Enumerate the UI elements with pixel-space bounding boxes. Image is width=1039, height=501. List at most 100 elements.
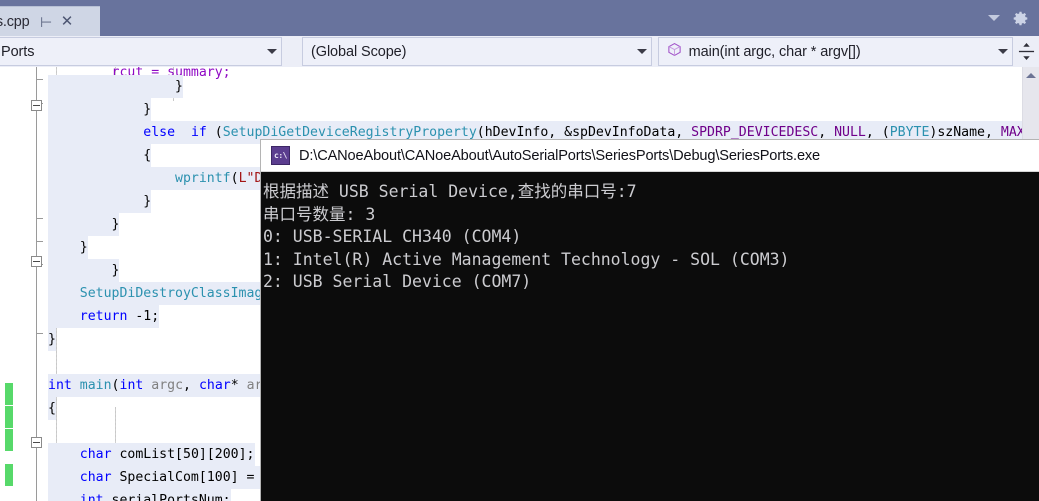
code-token: argc [151, 378, 184, 393]
console-output-line: 串口号数量: 3 [263, 204, 376, 224]
code-token: char [79, 447, 112, 462]
console-window[interactable]: c:\ D:\CANoeAbout\CANoeAbout\AutoSerialP… [261, 140, 1039, 501]
code-token: , [183, 378, 199, 393]
code-line: } [48, 213, 120, 237]
code-token: NULL [834, 125, 866, 140]
code-line: { [48, 397, 56, 421]
project-dropdown-value: Ports [1, 43, 35, 60]
code-token: { [48, 148, 152, 163]
app-root: ts.cpp ⊣ ✕ Ports (Global Scope) [0, 0, 1039, 501]
code-token: - [127, 309, 144, 324]
code-token: * [230, 378, 247, 393]
console-output-line: 1: Intel(R) Active Management Technology… [263, 249, 790, 269]
code-token: wprintf [175, 171, 231, 186]
code-token: } [48, 240, 88, 255]
code-token: ( [206, 125, 223, 140]
code-token: 200 [214, 447, 239, 462]
chevron-down-icon[interactable] [998, 49, 1009, 54]
code-token: } [48, 332, 56, 347]
method-icon [667, 42, 689, 62]
code-token: SpecialCom[ [111, 470, 207, 485]
scroll-up-arrow-icon[interactable] [1023, 67, 1039, 84]
code-token: if [190, 125, 207, 140]
code-token: serialPortsNum; [103, 493, 231, 501]
code-token: , ( [865, 125, 890, 140]
console-output-line: 2: USB Serial Device (COM7) [263, 272, 532, 292]
code-line: char comList[50][200]; [48, 443, 255, 467]
split-view-button[interactable] [1013, 36, 1039, 67]
console-app-icon-glyph: c:\ [274, 150, 287, 160]
chevron-down-icon[interactable] [988, 15, 1000, 21]
console-titlebar[interactable]: c:\ D:\CANoeAbout\CANoeAbout\AutoSerialP… [261, 140, 1039, 172]
code-line: } [48, 190, 152, 214]
code-token: ( [230, 171, 239, 186]
code-line: } [48, 98, 152, 122]
code-line: return -1; [48, 305, 160, 329]
code-token: SPDRP_DEVICEDESC [691, 125, 819, 140]
gear-icon[interactable] [1012, 10, 1029, 27]
close-icon[interactable]: ✕ [61, 14, 74, 29]
code-line: } [48, 75, 183, 99]
console-title-text: D:\CANoeAbout\CANoeAbout\AutoSerialPorts… [299, 147, 821, 164]
code-line: } [48, 259, 120, 283]
scope-dropdown[interactable]: (Global Scope) [302, 37, 652, 66]
code-token: , [818, 125, 835, 140]
code-token: ( [111, 378, 120, 393]
project-dropdown[interactable]: Ports [0, 37, 283, 66]
console-output-line: 根据描述 USB Serial Device,查找的串口号:7 [263, 182, 637, 201]
pin-icon[interactable]: ⊣ [40, 14, 52, 30]
code-token: )szName, [929, 125, 1001, 140]
code-token: ; [151, 309, 160, 324]
member-dropdown[interactable]: main(int argc, char * argv[]) [657, 37, 1014, 66]
chevron-down-icon[interactable] [636, 49, 647, 54]
console-output: 根据描述 USB Serial Device,查找的串口号:7 串口号数量: 3 0… [261, 172, 1039, 501]
editor-tab-active[interactable]: ts.cpp ⊣ ✕ [0, 6, 100, 36]
code-token: comList[ [111, 447, 183, 462]
code-token: ]; [238, 447, 255, 462]
code-token: { [48, 401, 56, 416]
split-view-icon [1018, 43, 1034, 60]
code-token: PBYTE [889, 125, 930, 140]
code-token: int [79, 493, 104, 501]
code-token: (hDevInfo, &spDevInfoData, [476, 125, 692, 140]
code-token: 50 [183, 447, 199, 462]
code-token: return [79, 309, 128, 324]
scope-dropdown-value: (Global Scope) [311, 43, 407, 60]
code-token: char [198, 378, 231, 393]
member-dropdown-value: main(int argc, char * argv[]) [688, 43, 861, 60]
code-line: } [48, 328, 56, 352]
code-line: } [48, 236, 88, 260]
code-token: main [79, 378, 112, 393]
code-line: { [48, 144, 152, 168]
code-token: else [143, 125, 176, 140]
code-token: } [48, 102, 152, 117]
code-token: SetupDiGetDeviceRegistryProperty [222, 125, 477, 140]
code-token: char [79, 470, 112, 485]
editor-titlebar: ts.cpp ⊣ ✕ [0, 0, 1039, 36]
code-token: ][ [198, 447, 215, 462]
code-token: int [119, 378, 144, 393]
code-token: } [48, 79, 183, 94]
code-token: } [48, 194, 152, 209]
code-line: int serialPortsNum; [48, 489, 231, 501]
chevron-down-icon[interactable] [267, 49, 278, 54]
code-token: } [48, 217, 120, 232]
titlebar-actions [988, 0, 1033, 36]
editor-tab-label: ts.cpp [0, 13, 30, 30]
code-token: ] = [230, 470, 263, 485]
code-token: 100 [206, 470, 231, 485]
code-token: } [48, 263, 120, 278]
console-output-line: 0: USB-SERIAL CH340 (COM4) [263, 227, 522, 247]
code-token: int [48, 378, 72, 393]
editor-navigation-bar: Ports (Global Scope) main(int argc, char… [0, 36, 1039, 67]
console-app-icon: c:\ [271, 146, 290, 165]
